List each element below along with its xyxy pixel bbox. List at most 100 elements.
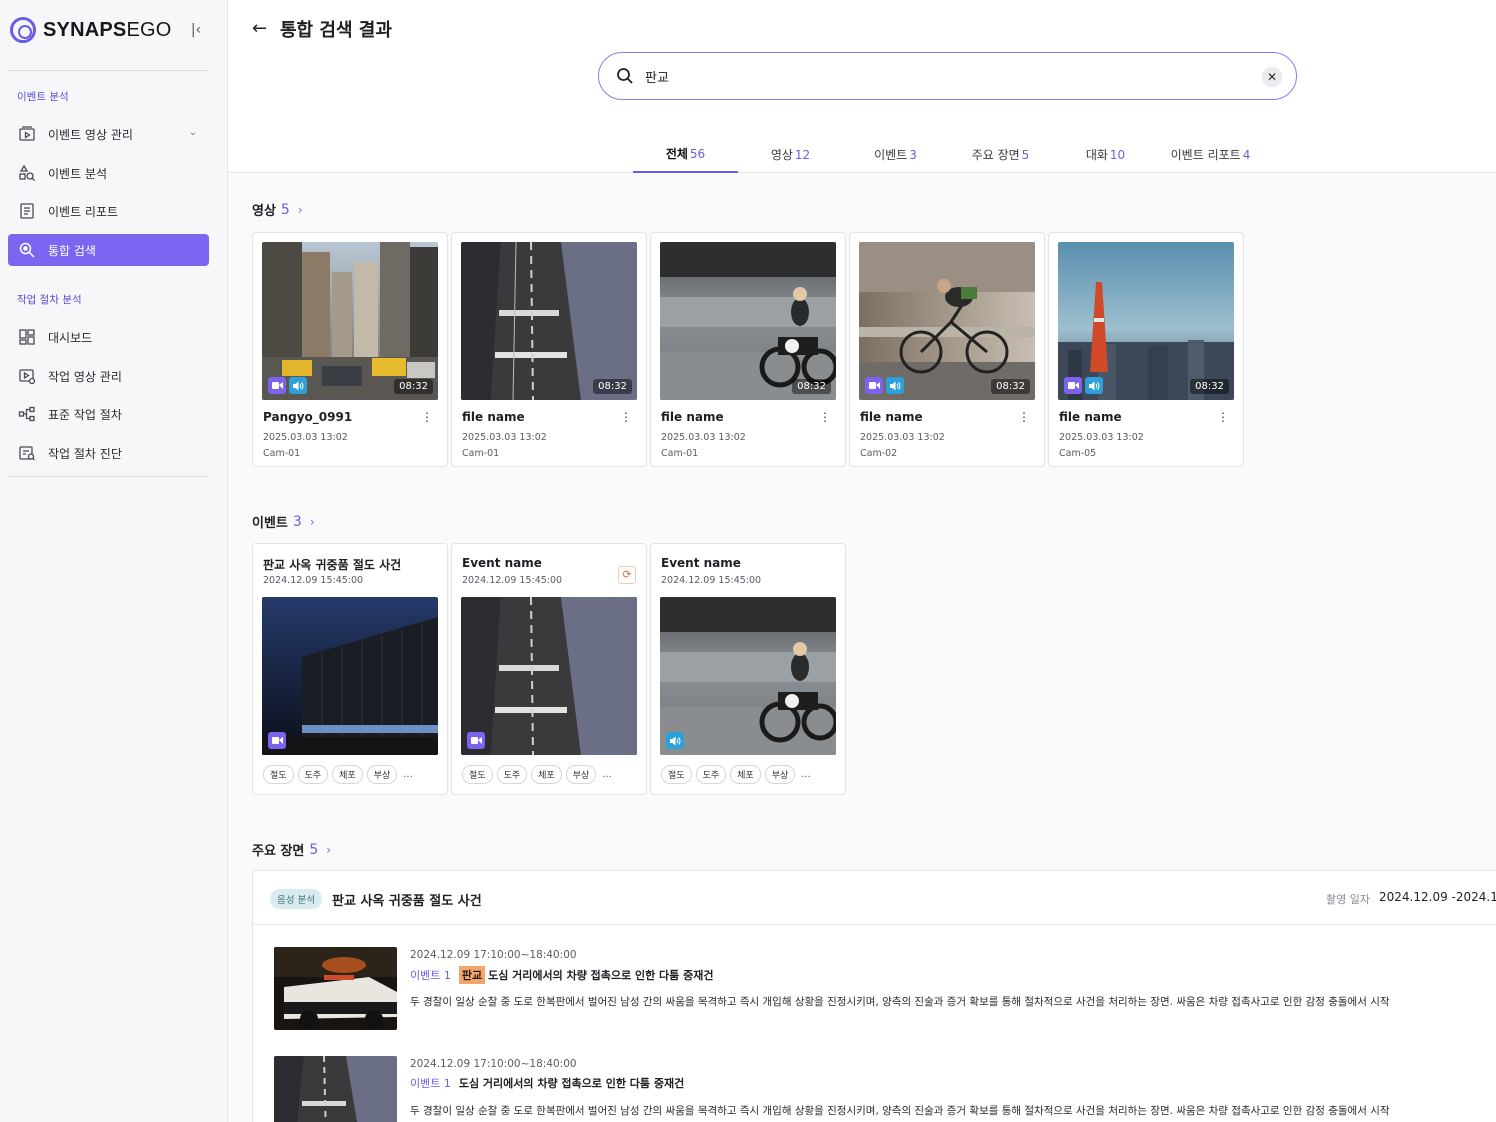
sidebar-item-event-report[interactable]: 이벤트 리포트 [8,195,209,227]
scene-row[interactable]: 2024.12.09 17:10:00~18:40:00 이벤트 1 판교 도심… [274,947,1494,1031]
section-title: 이벤트 [252,516,288,531]
event-name: Event name [462,556,542,570]
scene-group-header[interactable]: 음성 분석 판교 사옥 귀중품 절도 사건 촬영 일자 2024.12.09 -… [253,871,1496,925]
tag-chip[interactable]: 절도 [661,765,692,784]
tab-count: 3 [909,147,917,162]
events-section-header[interactable]: 이벤트 3 › [252,512,315,532]
tag-chip[interactable]: 체포 [332,765,363,784]
tag-chip[interactable]: 체포 [531,765,562,784]
diagnosis-icon [18,444,36,462]
search-icon [617,68,633,84]
sidebar-item-standard-procedure[interactable]: 표준 작업 절차 [8,398,209,430]
clear-search-button[interactable]: ✕ [1262,67,1282,87]
tag-chip[interactable]: 부상 [764,765,796,784]
tab-all[interactable]: 전체 56 [633,136,738,173]
shapes-search-icon [18,164,36,182]
video-thumbnail: 08:32 [1058,242,1234,400]
tab-conversation[interactable]: 대화 10 [1053,136,1158,173]
scene-event-line: 이벤트 1 도심 거리에서의 차량 접촉으로 인한 다툼 중재건 [410,1075,684,1091]
tab-label: 영상 [770,148,793,162]
tag-chip[interactable]: 부상 [565,765,597,784]
scene-group-panel: 음성 분석 판교 사옥 귀중품 절도 사건 촬영 일자 2024.12.09 -… [252,870,1496,1122]
tab-video[interactable]: 영상 12 [738,136,843,173]
tag-chip[interactable]: 체포 [730,765,761,784]
tab-label: 주요 장면 [971,148,1020,162]
video-media-icon [1064,377,1082,394]
scenes-section-header[interactable]: 주요 장면 5 › [252,840,331,860]
more-options-icon[interactable]: ⋮ [1217,411,1229,423]
tag-chip[interactable]: 도주 [496,765,528,784]
video-thumbnail: 08:32 [859,242,1035,400]
event-card[interactable]: Event name 2024.12.09 15:45:00 절도 도주 체포 … [650,543,846,795]
scene-thumbnail [274,1056,397,1122]
back-arrow-icon[interactable]: ← [252,18,272,40]
video-camera: Cam-02 [860,448,898,459]
sidebar-item-label: 작업 절차 진단 [48,446,122,461]
video-card[interactable]: 08:32 file name ⋮ 2025.03.03 13:02 Cam-0… [849,232,1045,467]
search-bar[interactable]: ✕ [598,52,1297,100]
logo-text-light: EGO [126,18,172,41]
sidebar-item-event-analysis[interactable]: 이벤트 분석 [8,157,209,189]
chevron-right-icon: › [309,514,315,529]
event-card[interactable]: Event name 2024.12.09 15:45:00 ⟳ 절도 도주 체… [451,543,647,795]
tag-chip[interactable]: 도주 [297,765,329,784]
sidebar-item-procedure-diagnosis[interactable]: 작업 절차 진단 [8,437,209,469]
scene-event-link[interactable]: 이벤트 1 [410,967,451,983]
section-title: 영상 [252,204,276,219]
video-card[interactable]: 08:32 Pangyo_0991 ⋮ 2025.03.03 13:02 Cam… [252,232,448,467]
video-duration: 08:32 [593,379,632,394]
tab-count: 12 [794,147,811,162]
sidebar-item-integrated-search[interactable]: 통합 검색 [8,234,209,266]
event-tags: 절도 도주 체포 부상 ... [462,765,612,784]
video-card[interactable]: 08:32 file name ⋮ 2025.03.03 13:02 Cam-0… [1048,232,1244,467]
sidebar-item-label: 통합 검색 [48,243,96,258]
sync-icon[interactable]: ⟳ [618,566,636,584]
tab-count: 10 [1109,147,1126,162]
chevron-down-icon[interactable]: ⌄ [189,127,197,138]
sidebar-item-label: 이벤트 영상 관리 [48,127,133,142]
video-date: 2025.03.03 13:02 [462,432,547,443]
more-tags: ... [403,769,413,780]
video-duration: 08:32 [1190,379,1229,394]
chevron-right-icon: › [297,202,303,217]
video-camera: Cam-01 [462,448,500,459]
sidebar-item-dashboard[interactable]: 대시보드 [8,321,209,353]
more-options-icon[interactable]: ⋮ [1018,411,1030,423]
tab-label: 이벤트 [874,148,908,162]
video-date: 2025.03.03 13:02 [263,432,348,443]
collapse-sidebar-icon[interactable]: |‹ [188,22,204,38]
scene-row[interactable]: 2024.12.09 17:10:00~18:40:00 이벤트 1 도심 거리… [274,1056,1494,1122]
tag-chip[interactable]: 부상 [366,765,398,784]
video-thumbnail: 08:32 [660,242,836,400]
event-card[interactable]: 판교 사옥 귀중품 절도 사건 2024.12.09 15:45:00 절도 도… [252,543,448,795]
video-card[interactable]: 08:32 file name ⋮ 2025.03.03 13:02 Cam-0… [451,232,647,467]
more-options-icon[interactable]: ⋮ [819,411,831,423]
audio-media-icon [1085,377,1103,394]
video-duration: 08:32 [991,379,1030,394]
scene-title: 도심 거리에서의 차량 접촉으로 인한 다툼 중재건 [488,969,714,982]
event-tags: 절도 도주 체포 부상 ... [263,765,413,784]
app-logo[interactable]: SYNAPSEGO [10,16,172,44]
event-name: 판교 사옥 귀중품 절도 사건 [263,558,402,572]
more-options-icon[interactable]: ⋮ [421,411,433,423]
scene-event-link[interactable]: 이벤트 1 [410,1075,451,1091]
video-date: 2025.03.03 13:02 [860,432,945,443]
video-card[interactable]: 08:32 file name ⋮ 2025.03.03 13:02 Cam-0… [650,232,846,467]
sidebar-item-event-video-management[interactable]: 이벤트 영상 관리 ⌄ [8,118,209,150]
dashboard-icon [18,328,36,346]
tag-chip[interactable]: 절도 [462,765,493,784]
search-input[interactable] [645,65,1205,87]
sidebar-section-event-analysis: 이벤트 분석 [17,91,69,103]
sidebar: SYNAPSEGO |‹ 이벤트 분석 이벤트 영상 관리 ⌄ 이벤트 분석 이… [0,0,228,1122]
tab-key-scene[interactable]: 주요 장면 5 [948,136,1053,173]
tag-chip[interactable]: 절도 [263,765,294,784]
event-date: 2024.12.09 15:45:00 [661,575,762,586]
videos-section-header[interactable]: 영상 5 › [252,200,303,220]
tab-event-report[interactable]: 이벤트 리포트 4 [1158,136,1263,173]
tag-chip[interactable]: 도주 [695,765,727,784]
sidebar-item-work-video-management[interactable]: 작업 영상 관리 [8,360,209,392]
tab-event[interactable]: 이벤트 3 [843,136,948,173]
audio-media-icon [666,732,684,749]
more-options-icon[interactable]: ⋮ [620,411,632,423]
scene-title: 도심 거리에서의 차량 접촉으로 인한 다툼 중재건 [458,1077,685,1090]
